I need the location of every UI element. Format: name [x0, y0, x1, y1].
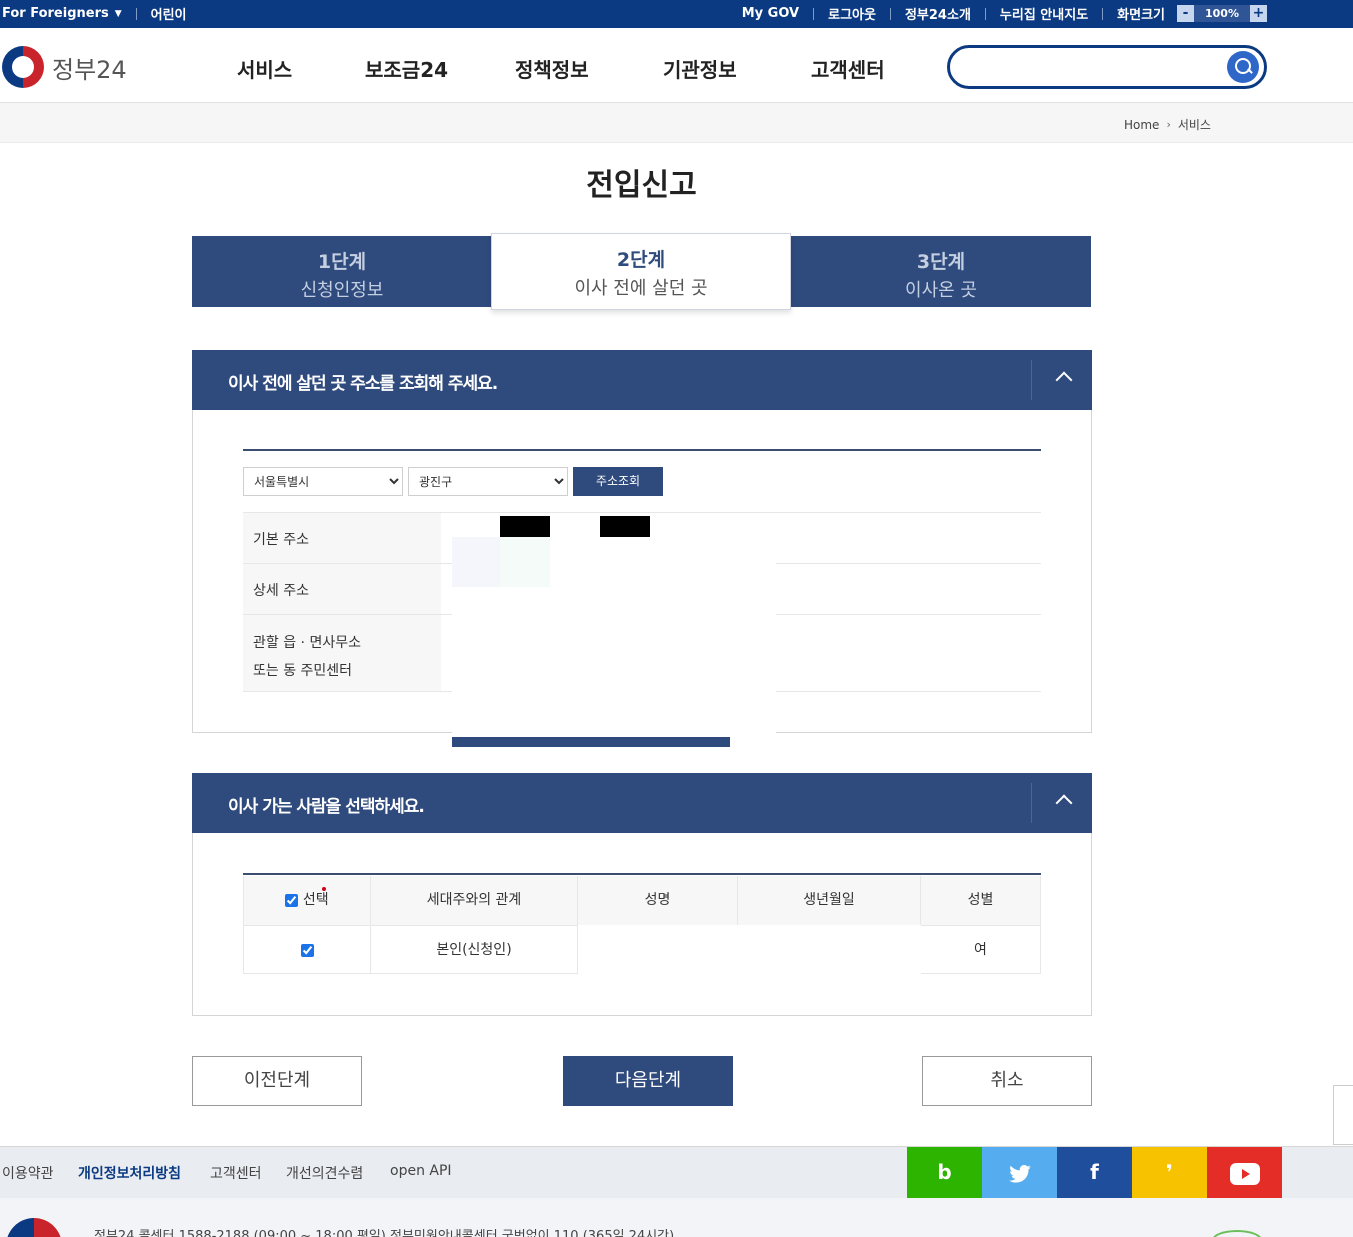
- privacy-link[interactable]: 개인정보처리방침: [78, 1163, 181, 1183]
- redacted-cell: [578, 925, 921, 974]
- step-3: 3단계 이사온 곳: [791, 236, 1091, 307]
- district-select[interactable]: 광진구: [408, 467, 568, 496]
- step-number: 2단계: [616, 249, 666, 271]
- select-cell: [243, 925, 371, 974]
- about-link[interactable]: 정부24소개: [905, 4, 971, 23]
- certification-badge-icon: [1212, 1230, 1262, 1237]
- caret-down-icon[interactable]: ▼: [115, 9, 122, 19]
- basic-address-label: 기본 주소: [243, 513, 441, 564]
- kids-link[interactable]: 어린이: [151, 4, 187, 23]
- zoom-out-button[interactable]: -: [1177, 5, 1194, 22]
- footer-info: 정부24 콜센터 1588-2188 (09:00 ~ 18:00 평일) 정부…: [0, 1198, 1353, 1237]
- select-header: 선택: [243, 876, 371, 925]
- breadcrumb-current[interactable]: 서비스: [1178, 116, 1211, 133]
- nav-policy[interactable]: 정책정보: [515, 54, 589, 83]
- previous-address-panel-header[interactable]: 이사 전에 살던 곳 주소를 조회해 주세요.: [192, 350, 1092, 410]
- gender-header: 성별: [921, 876, 1041, 925]
- detail-address-label: 상세 주소: [243, 564, 441, 615]
- search-box: [947, 45, 1267, 89]
- for-foreigners-link[interactable]: For Foreigners: [2, 6, 109, 21]
- page-title: 전입신고: [586, 168, 697, 203]
- panel-title: 이사 가는 사람을 선택하세요.: [228, 797, 425, 817]
- nav-subsidy[interactable]: 보조금24: [365, 54, 448, 83]
- zoom-value: 100%: [1194, 5, 1250, 22]
- office-label: 관할 읍 · 면사무소 또는 동 주민센터: [243, 615, 441, 691]
- breadcrumb-bar: Home › 서비스: [0, 103, 1353, 143]
- step-indicator: 1단계 신청인정보 3단계 이사온 곳 2단계 이사 전에 살던 곳: [192, 233, 1091, 310]
- select-all-checkbox[interactable]: [285, 893, 299, 907]
- screen-size-label: 화면크기: [1117, 8, 1165, 23]
- required-dot: [322, 887, 326, 891]
- birth-header: 생년월일: [738, 876, 921, 925]
- callcenter-info: 정부24 콜센터 1588-2188 (09:00 ~ 18:00 평일) 정부…: [94, 1229, 675, 1237]
- kakao-icon[interactable]: ❜: [1132, 1147, 1207, 1198]
- site-header: 정부24 서비스 보조금24 정책정보 기관정보 고객센터: [0, 28, 1353, 103]
- step-label: 신청인정보: [300, 280, 384, 301]
- redacted-block: [600, 516, 650, 537]
- nav-agency[interactable]: 기관정보: [663, 54, 737, 83]
- sitemap-link[interactable]: 누리집 안내지도: [1000, 4, 1088, 23]
- breadcrumb-home[interactable]: Home: [1124, 118, 1159, 132]
- relation-cell: 본인(신청인): [371, 925, 578, 974]
- relation-header: 세대주와의 관계: [371, 876, 578, 925]
- nav-service[interactable]: 서비스: [237, 54, 292, 83]
- search-input[interactable]: [966, 56, 1216, 78]
- chevron-up-icon[interactable]: [1055, 794, 1073, 812]
- footer-taegeuk-icon: [6, 1218, 62, 1237]
- step-2-active: 2단계 이사 전에 살던 곳: [491, 233, 791, 310]
- nav-customer[interactable]: 고객센터: [811, 54, 885, 83]
- step-label: 이사 전에 살던 곳: [574, 278, 708, 299]
- redacted-block: [500, 516, 550, 537]
- gov24-logo[interactable]: 정부24: [2, 46, 127, 88]
- customer-center-link[interactable]: 고객센터: [210, 1163, 262, 1183]
- chevron-right-icon: ›: [1166, 118, 1171, 131]
- step-number: 1단계: [317, 251, 367, 273]
- blog-icon[interactable]: b: [907, 1147, 982, 1198]
- cancel-button[interactable]: 취소: [922, 1056, 1092, 1106]
- city-select[interactable]: 서울특별시: [243, 467, 403, 496]
- logout-link[interactable]: 로그아웃: [828, 4, 876, 23]
- zoom-in-button[interactable]: +: [1250, 5, 1267, 22]
- search-icon[interactable]: [1227, 51, 1259, 83]
- movers-panel-header[interactable]: 이사 가는 사람을 선택하세요.: [192, 773, 1092, 833]
- logo-text: 정부24: [52, 55, 127, 84]
- twitter-icon[interactable]: [982, 1147, 1057, 1198]
- prev-step-button[interactable]: 이전단계: [192, 1056, 362, 1106]
- gender-cell: 여: [921, 925, 1041, 974]
- mygov-link[interactable]: My GOV: [742, 6, 799, 21]
- footer-links-bar: 이용약관 개인정보처리방침 고객센터 개선의견수렴 open API b f ❜: [0, 1146, 1353, 1198]
- step-number: 3단계: [916, 251, 966, 273]
- youtube-icon[interactable]: [1207, 1147, 1282, 1198]
- row-checkbox[interactable]: [300, 943, 314, 957]
- taegeuk-icon: [2, 46, 44, 88]
- next-step-button[interactable]: 다음단계: [563, 1056, 733, 1106]
- step-label: 이사온 곳: [905, 280, 977, 301]
- breadcrumb: Home › 서비스: [1124, 116, 1211, 133]
- zoom-control: - 100% +: [1177, 5, 1267, 22]
- chevron-up-icon[interactable]: [1055, 371, 1073, 389]
- address-lookup-button[interactable]: 주소조회: [573, 467, 663, 496]
- facebook-icon[interactable]: f: [1057, 1147, 1132, 1198]
- panel-title: 이사 전에 살던 곳 주소를 조회해 주세요.: [228, 374, 498, 394]
- feedback-link[interactable]: 개선의견수렴: [286, 1163, 363, 1183]
- terms-link[interactable]: 이용약관: [2, 1163, 54, 1183]
- name-header: 성명: [578, 876, 738, 925]
- top-utility-bar: For Foreigners ▼ 어린이 My GOV 로그아웃 정부24소개 …: [0, 0, 1353, 28]
- open-api-link[interactable]: open API: [390, 1163, 452, 1179]
- side-quick-tab[interactable]: [1333, 1085, 1353, 1145]
- step-1: 1단계 신청인정보: [192, 236, 492, 307]
